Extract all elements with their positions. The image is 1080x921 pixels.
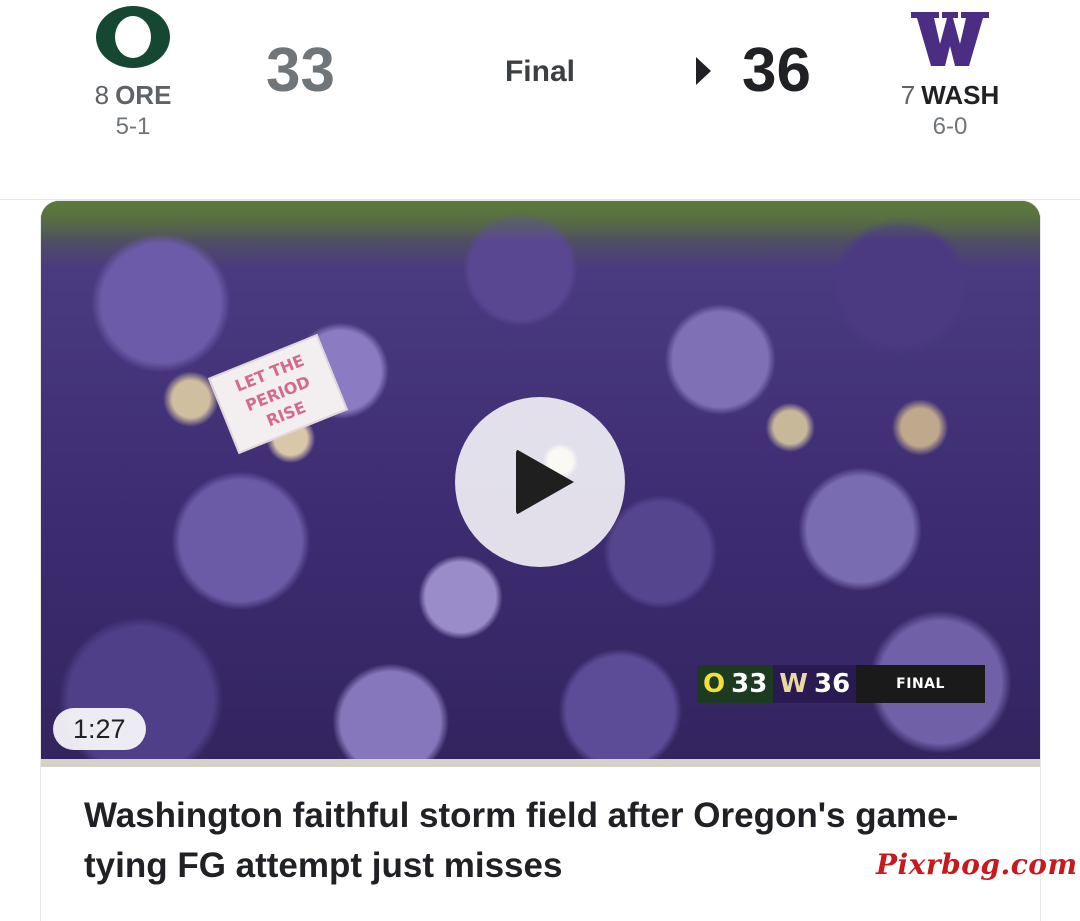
home-abbr: WASH [921,80,1000,110]
bug-status: FINAL [856,665,985,703]
bug-away: O 33 [697,665,774,703]
video-divider [41,759,1040,767]
away-record: 5-1 [115,113,151,140]
home-rank: 7 [900,80,916,110]
play-icon [516,449,574,515]
bug-home-score: 36 [813,669,851,699]
away-rank: 8 [94,80,110,110]
home-score: 36 [742,36,811,105]
video-duration-badge: 1:27 [53,708,146,750]
scoreboard[interactable]: 8 ORE 5-1 33 Final 36 7 WASH 6-0 [0,0,1080,200]
field-strip [41,201,1040,241]
bug-home-logo: W [779,669,808,699]
oregon-o-logo-icon [96,6,170,68]
article-headline[interactable]: Washington faithful storm field after Or… [84,791,984,891]
away-team-name: 8 ORE [43,80,223,110]
home-record: 6-0 [932,113,968,140]
watermark: Pixrbog.com [876,848,1078,881]
play-button[interactable] [455,397,625,567]
video-card[interactable]: LET THE PERIOD RISE O 33 W 36 FINAL 1:27… [41,201,1040,921]
bug-home: W 36 [773,665,857,703]
bug-away-logo: O [703,669,726,699]
home-team-name: 7 WASH [860,80,1040,110]
triangle-right-icon [696,57,711,85]
tv-score-bug: O 33 W 36 FINAL [697,665,985,703]
away-abbr: ORE [115,80,172,110]
washington-w-logo-icon [911,12,989,66]
away-team[interactable]: 8 ORE 5-1 [43,0,223,142]
bug-away-score: 33 [731,669,768,699]
away-score: 33 [266,36,335,105]
home-team[interactable]: 7 WASH 6-0 [860,0,1040,142]
video-thumbnail[interactable]: LET THE PERIOD RISE O 33 W 36 FINAL 1:27 [41,201,1040,767]
game-status: Final [504,55,575,88]
